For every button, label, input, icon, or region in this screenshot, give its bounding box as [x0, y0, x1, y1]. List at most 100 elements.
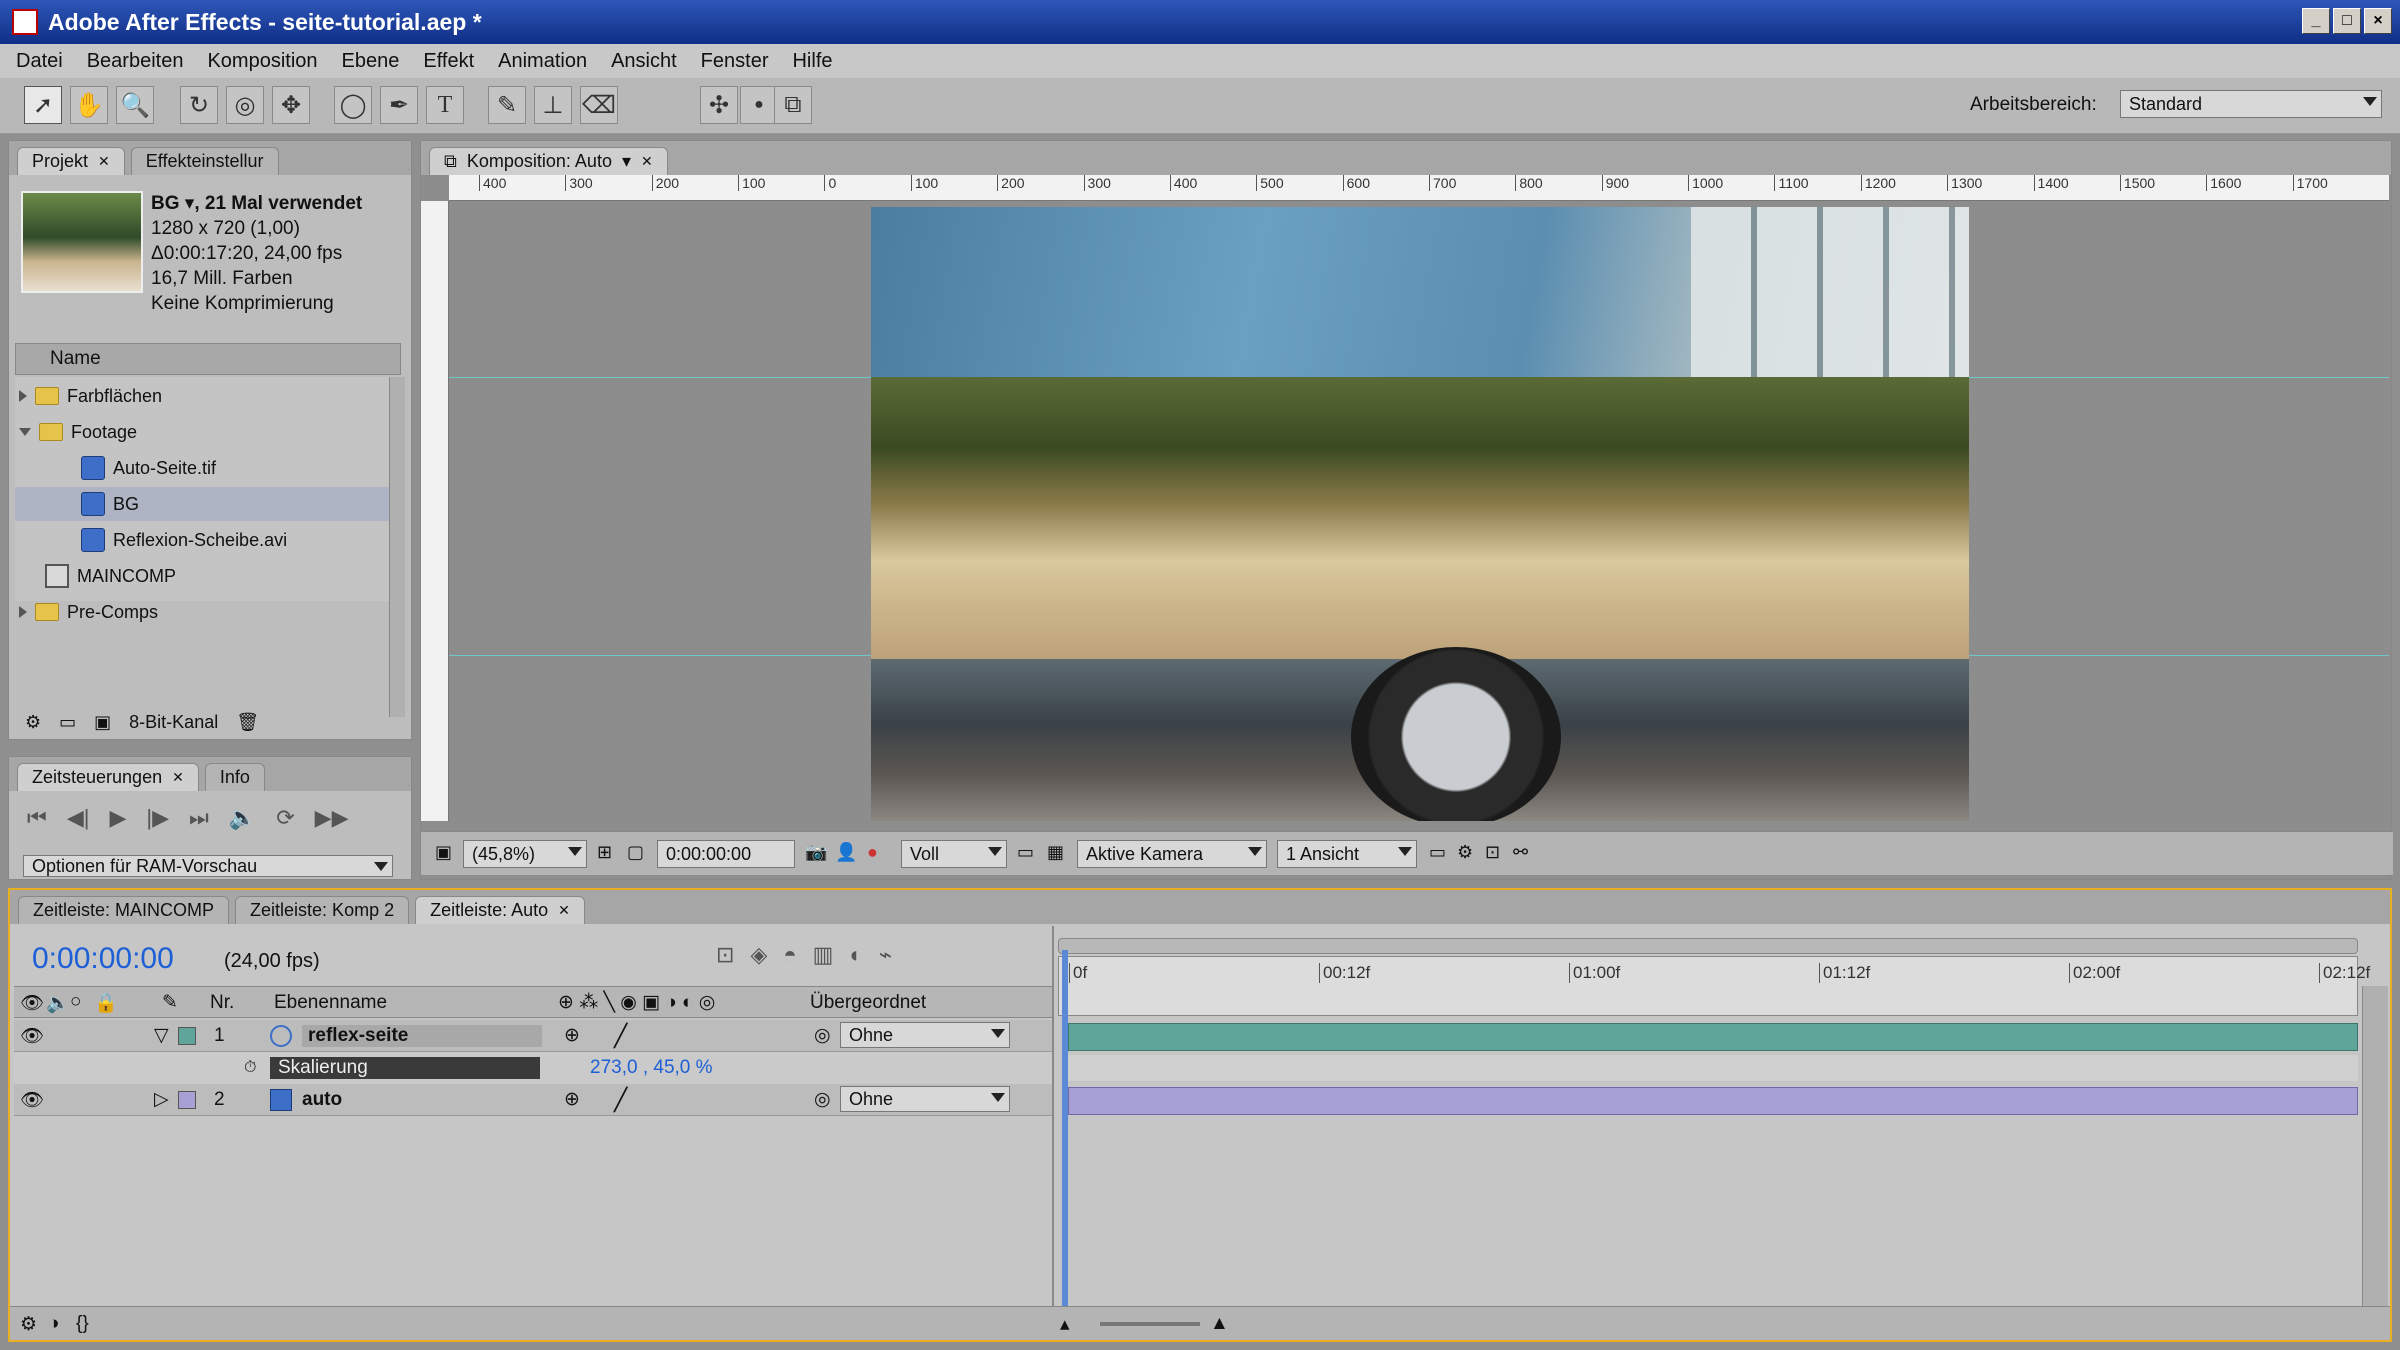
- ram-preview-options[interactable]: Optionen für RAM-Vorschau: [23, 855, 393, 877]
- orbit-camera-tool-icon[interactable]: ◎: [226, 86, 264, 124]
- parent-select[interactable]: Ohne: [840, 1022, 1010, 1048]
- work-area-bar[interactable]: [1058, 938, 2358, 954]
- expand-icon[interactable]: ▷: [154, 1088, 169, 1111]
- tab-timeline-maincomp[interactable]: Zeitleiste: MAINCOMP: [18, 896, 230, 924]
- new-folder-icon[interactable]: ▭: [59, 712, 76, 733]
- eye-icon[interactable]: 👁: [20, 991, 44, 1015]
- graph-editor-icon[interactable]: ⌁: [879, 942, 892, 968]
- menu-animation[interactable]: Animation: [498, 50, 587, 73]
- view-layout-select[interactable]: 1 Ansicht: [1277, 840, 1417, 868]
- menu-bearbeiten[interactable]: Bearbeiten: [87, 50, 184, 73]
- menu-hilfe[interactable]: Hilfe: [792, 50, 832, 73]
- clone-stamp-tool-icon[interactable]: ⊥: [534, 86, 572, 124]
- zoom-in-icon[interactable]: ▲: [1210, 1313, 1229, 1335]
- pick-whip-icon[interactable]: ◎: [814, 1024, 831, 1047]
- expand-icon[interactable]: [19, 390, 27, 402]
- flowchart-icon[interactable]: ⚯: [1513, 842, 1528, 863]
- close-icon[interactable]: ✕: [641, 153, 653, 170]
- minimize-button[interactable]: _: [2302, 8, 2330, 34]
- current-time-indicator[interactable]: [1062, 950, 1068, 1334]
- audio-icon[interactable]: 🔈: [229, 805, 256, 831]
- close-icon[interactable]: ✕: [172, 769, 184, 786]
- list-item-pre-comps[interactable]: Pre-Comps: [19, 595, 158, 629]
- previous-frame-icon[interactable]: ◀|: [67, 805, 90, 831]
- safe-zones-icon[interactable]: ⊞: [597, 842, 612, 863]
- composition-mini-flowchart-icon[interactable]: ⊡: [716, 942, 734, 968]
- list-item-farbflaechen[interactable]: Farbflächen: [19, 379, 162, 413]
- pen-tool-icon[interactable]: ✒: [380, 86, 418, 124]
- hand-tool-icon[interactable]: ✋: [70, 86, 108, 124]
- shy-switch-icon[interactable]: ⊕: [564, 1088, 580, 1111]
- panel-divider[interactable]: [1052, 926, 1054, 1330]
- fast-previews-icon[interactable]: ⚙: [1457, 842, 1473, 863]
- hide-shy-layers-icon[interactable]: ◓: [783, 942, 796, 968]
- stopwatch-icon[interactable]: ⏱: [244, 1059, 256, 1077]
- collapse-icon[interactable]: [19, 428, 31, 436]
- loop-icon[interactable]: ⟳: [276, 805, 294, 831]
- ram-preview-icon[interactable]: ▶▶: [315, 805, 349, 831]
- collapse-icon[interactable]: ▽: [154, 1024, 169, 1047]
- project-scrollbar[interactable]: [389, 377, 405, 717]
- first-frame-icon[interactable]: ⏮: [27, 805, 47, 831]
- shy-switch-icon[interactable]: ⊕: [564, 1024, 580, 1047]
- workspace-select[interactable]: Standard: [2120, 90, 2382, 118]
- transfer-controls-icon[interactable]: {}: [76, 1313, 89, 1335]
- close-button[interactable]: ×: [2364, 8, 2392, 34]
- property-row-scale[interactable]: ⏱ Skalierung 273,0 , 45,0 %: [14, 1052, 1054, 1084]
- text-tool-icon[interactable]: T: [426, 86, 464, 124]
- play-icon[interactable]: ▶: [109, 805, 126, 831]
- menu-effekt[interactable]: Effekt: [423, 50, 474, 73]
- layer-name[interactable]: auto: [302, 1089, 342, 1111]
- maximize-button[interactable]: □: [2333, 8, 2361, 34]
- quality-switch-icon[interactable]: ╱: [614, 1023, 627, 1049]
- tab-timeline-komp2[interactable]: Zeitleiste: Komp 2: [235, 896, 410, 924]
- interpret-footage-icon[interactable]: ⚙: [25, 712, 41, 733]
- eye-icon[interactable]: 👁: [20, 1024, 44, 1048]
- current-time-field[interactable]: 0:00:00:00: [657, 840, 795, 868]
- zoom-out-icon[interactable]: ▴: [1060, 1313, 1070, 1336]
- next-frame-icon[interactable]: |▶: [146, 805, 169, 831]
- always-preview-icon[interactable]: ▣: [435, 842, 452, 863]
- timeline-timecode[interactable]: 0:00:00:00: [32, 942, 174, 976]
- close-icon[interactable]: ✕: [558, 902, 570, 919]
- label-color-swatch[interactable]: [178, 1026, 196, 1045]
- tab-composition-auto[interactable]: ⧉ Komposition: Auto ▾ ✕: [429, 147, 668, 175]
- quality-switch-icon[interactable]: ╱: [614, 1087, 627, 1113]
- toggle-switches-icon[interactable]: ⚙: [20, 1313, 37, 1336]
- tab-timeline-auto[interactable]: Zeitleiste: Auto ✕: [415, 896, 585, 924]
- lock-icon[interactable]: 🔒: [94, 991, 118, 1015]
- frame-blending-icon[interactable]: ▥: [813, 942, 834, 968]
- pick-whip-icon[interactable]: ◎: [814, 1088, 831, 1111]
- brush-tool-icon[interactable]: ✎: [488, 86, 526, 124]
- list-item-auto-seite[interactable]: Auto-Seite.tif: [81, 451, 216, 485]
- new-composition-icon[interactable]: ▣: [94, 712, 111, 733]
- eye-icon[interactable]: 👁: [20, 1088, 44, 1112]
- camera-select[interactable]: Aktive Kamera: [1077, 840, 1267, 868]
- layer-bar-1[interactable]: [1068, 1023, 2358, 1051]
- column-parent[interactable]: Übergeordnet: [810, 992, 926, 1014]
- list-item-bg[interactable]: BG: [15, 487, 389, 521]
- label-icon[interactable]: ✎: [162, 991, 178, 1014]
- toggle-modes-icon[interactable]: ◑: [48, 1313, 59, 1335]
- region-of-interest-icon[interactable]: ▭: [1017, 842, 1034, 863]
- tab-time-controls[interactable]: Zeitsteuerungen ✕: [17, 763, 199, 791]
- menu-komposition[interactable]: Komposition: [207, 50, 317, 73]
- draft-3d-icon[interactable]: ◈: [750, 942, 767, 968]
- tab-info[interactable]: Info: [204, 763, 265, 791]
- layer-bar-2[interactable]: [1068, 1087, 2358, 1115]
- list-item-footage[interactable]: Footage: [19, 415, 137, 449]
- bit-depth-label[interactable]: 8-Bit-Kanal: [129, 712, 218, 733]
- property-value[interactable]: 273,0 , 45,0 %: [590, 1057, 713, 1079]
- menu-ansicht[interactable]: Ansicht: [611, 50, 677, 73]
- layer-row-1[interactable]: 👁 ▽ 1 reflex-seite ⊕ ╱ ◎ Ohne: [14, 1020, 1054, 1052]
- audio-icon[interactable]: 🔈: [46, 991, 70, 1015]
- puppet-overlap-tool-icon[interactable]: ⧉: [774, 86, 812, 124]
- tab-project[interactable]: Projekt ✕: [17, 147, 125, 175]
- puppet-pin-tool-icon[interactable]: ✣: [700, 86, 738, 124]
- timeline-icon[interactable]: ⊡: [1485, 842, 1500, 863]
- transparency-grid-icon[interactable]: ▦: [1047, 842, 1064, 863]
- menu-datei[interactable]: Datei: [16, 50, 63, 73]
- snapshot-icon[interactable]: 📷: [805, 842, 827, 863]
- delete-icon[interactable]: 🗑: [236, 712, 259, 733]
- zoom-select[interactable]: (45,8%): [463, 840, 587, 868]
